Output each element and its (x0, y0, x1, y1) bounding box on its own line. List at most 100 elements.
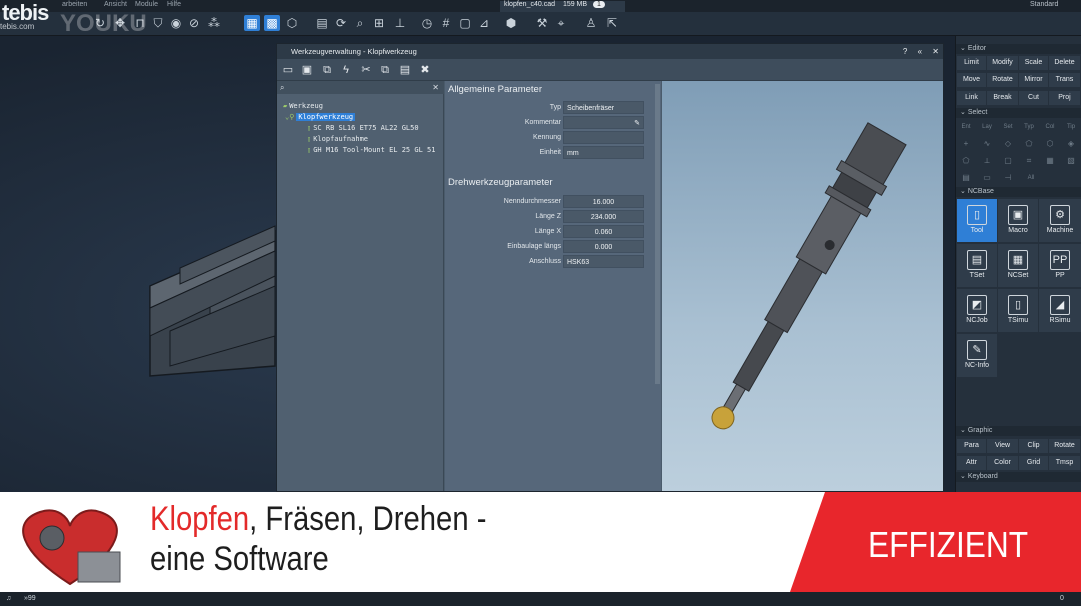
graphic-attr-button[interactable]: Attr (957, 456, 986, 470)
network-icon[interactable]: ⁂ (206, 15, 222, 31)
editor-link-button[interactable]: Link (957, 91, 986, 105)
delete-icon[interactable]: ✖ (418, 63, 432, 77)
param-id-field[interactable] (563, 131, 644, 144)
select-typ[interactable]: Typ (1020, 120, 1038, 134)
nc-rsimu-button[interactable]: ◢ RSimu (1039, 289, 1081, 332)
tool-preview[interactable] (662, 81, 943, 491)
select-axis-icon[interactable]: ⟂ (978, 154, 996, 168)
editor-proj-button[interactable]: Proj (1049, 91, 1080, 105)
select-face-icon[interactable]: ⬠ (1020, 137, 1038, 151)
select-frame-icon[interactable]: ▢ (999, 154, 1017, 168)
clear-search-icon[interactable]: ✕ (432, 81, 439, 94)
editor-cut-button[interactable]: Cut (1019, 91, 1048, 105)
editor-trans-button[interactable]: Trans (1049, 73, 1080, 87)
param-length-z-field[interactable]: 234.000 (563, 210, 644, 223)
nc-tool-button[interactable]: ▯ Tool (957, 199, 997, 242)
box-icon[interactable]: ⬢ (503, 15, 519, 31)
frame-icon[interactable]: ▢ (457, 15, 473, 31)
nc-info-button[interactable]: ✎ NC-Info (957, 334, 997, 377)
shield-icon[interactable]: ⛉ (150, 15, 166, 31)
layout-selector[interactable]: Standard (1030, 1, 1058, 8)
param-comment-field[interactable]: ✎ (563, 116, 644, 129)
wireframe-view-icon[interactable]: ▦ (244, 15, 260, 31)
editor-delete-button[interactable]: Delete (1049, 56, 1080, 70)
cursor-icon[interactable]: ⇱ (604, 15, 620, 31)
select-plane-icon[interactable]: ▭ (978, 171, 996, 185)
nc-ncset-button[interactable]: ▦ NCSet (998, 244, 1038, 287)
select-solid-icon[interactable]: ⬡ (1041, 137, 1059, 151)
select-surface-icon[interactable]: ◇ (999, 137, 1017, 151)
tree-item-klopfaufnahme[interactable]: ▯ Klopfaufnahme (307, 134, 368, 144)
select-curve-icon[interactable]: ∿ (978, 137, 996, 151)
save-icon[interactable]: ▣ (300, 63, 314, 77)
ncbase-section-header[interactable]: ⌄ NCBase (956, 187, 1081, 197)
shaded-view-icon[interactable]: ▩ (264, 15, 280, 31)
bell-icon[interactable]: ♫ (6, 592, 11, 606)
select-point-icon[interactable]: + (957, 137, 975, 151)
menu-modules[interactable]: Module (135, 1, 158, 8)
cut-icon[interactable]: ✂ (359, 63, 373, 77)
eye-icon[interactable]: ◉ (168, 15, 184, 31)
layers-icon[interactable]: ▤ (314, 15, 330, 31)
select-all-button[interactable]: All (1020, 171, 1042, 185)
editor-mirror-button[interactable]: Mirror (1019, 73, 1048, 87)
eye-hidden-icon[interactable]: ⊘ (186, 15, 202, 31)
lightning-icon[interactable]: ϟ (339, 63, 353, 77)
menu-help[interactable]: Hilfe (167, 1, 181, 8)
select-body-icon[interactable]: ◈ (1062, 137, 1080, 151)
editor-modify-button[interactable]: Modify (987, 56, 1018, 70)
select-dim-icon[interactable]: ⊣ (999, 171, 1017, 185)
person-icon[interactable]: ♙ (583, 15, 599, 31)
graphic-clip-button[interactable]: Clip (1019, 439, 1048, 453)
editor-section-header[interactable]: ⌄ Editor (956, 44, 1081, 54)
select-tip[interactable]: Tip (1062, 120, 1080, 134)
select-set[interactable]: Set (999, 120, 1017, 134)
select-text-icon[interactable]: ▤ (957, 171, 975, 185)
cube-icon[interactable]: ⬡ (284, 15, 300, 31)
param-length-x-field[interactable]: 0.060 (563, 225, 644, 238)
graphic-color-button[interactable]: Color (987, 456, 1018, 470)
select-block-icon[interactable]: ▧ (1062, 154, 1080, 168)
select-region-icon[interactable]: ⬠ (957, 154, 975, 168)
select-grid-icon[interactable]: ▦ (1041, 154, 1059, 168)
editor-limit-button[interactable]: Limit (957, 56, 986, 70)
file-tab[interactable]: klopfen_c40.cad 159 MB 1 (500, 1, 625, 12)
param-mounting-field[interactable]: 0.000 (563, 240, 644, 253)
param-unit-field[interactable]: mm (563, 146, 644, 159)
close-icon[interactable]: ✕ (932, 47, 939, 56)
nc-ncjob-button[interactable]: ◩ NCJob (957, 289, 997, 332)
select-section-header[interactable]: ⌄ Select (956, 108, 1081, 118)
param-diameter-field[interactable]: 16.000 (563, 195, 644, 208)
nc-tset-button[interactable]: ▤ TSet (957, 244, 997, 287)
select-ent[interactable]: Ent (957, 120, 975, 134)
graphic-section-header[interactable]: ⌄ Graphic (956, 426, 1081, 436)
param-connection-field[interactable]: HSK63 (563, 255, 644, 268)
tree-item-werkzeug[interactable]: ▰ Werkzeug (283, 101, 323, 111)
select-lay[interactable]: Lay (978, 120, 996, 134)
select-col[interactable]: Col (1041, 120, 1059, 134)
nc-tsimu-button[interactable]: ▯ TSimu (998, 289, 1038, 332)
nc-pp-button[interactable]: PP PP (1039, 244, 1081, 287)
editor-scale-button[interactable]: Scale (1019, 56, 1048, 70)
axes-icon[interactable]: ⊥ (392, 15, 408, 31)
clock-icon[interactable]: ◷ (419, 15, 435, 31)
graphic-tmsp-button[interactable]: Tmsp (1049, 456, 1080, 470)
editor-move-button[interactable]: Move (957, 73, 986, 87)
editor-rotate-button[interactable]: Rotate (987, 73, 1018, 87)
nc-macro-button[interactable]: ▣ Macro (998, 199, 1038, 242)
search-icon[interactable]: ⌕ (352, 15, 368, 31)
help-icon[interactable]: ? (903, 47, 907, 56)
tree-item-cutter[interactable]: ▯ SC RB SL16 ET75 AL22 GL50 (307, 123, 419, 133)
refresh-icon[interactable]: ⟳ (333, 15, 349, 31)
params-scrollbar[interactable] (655, 84, 660, 384)
nc-machine-button[interactable]: ⚙ Machine (1039, 199, 1081, 242)
editor-break-button[interactable]: Break (987, 91, 1018, 105)
measure-icon[interactable]: ⌖ (553, 15, 569, 31)
tree-item-mount[interactable]: ▯ GH M16 Tool-Mount EL 25 GL 51 (307, 145, 435, 155)
graphic-view-button[interactable]: View (987, 439, 1018, 453)
keyboard-section-header[interactable]: ⌄ Keyboard (956, 472, 1081, 482)
menu-edit[interactable]: arbeiten (62, 1, 87, 8)
graphic-rotate-button[interactable]: Rotate (1049, 439, 1080, 453)
grid-icon[interactable]: # (438, 15, 454, 31)
graphic-para-button[interactable]: Para (957, 439, 986, 453)
